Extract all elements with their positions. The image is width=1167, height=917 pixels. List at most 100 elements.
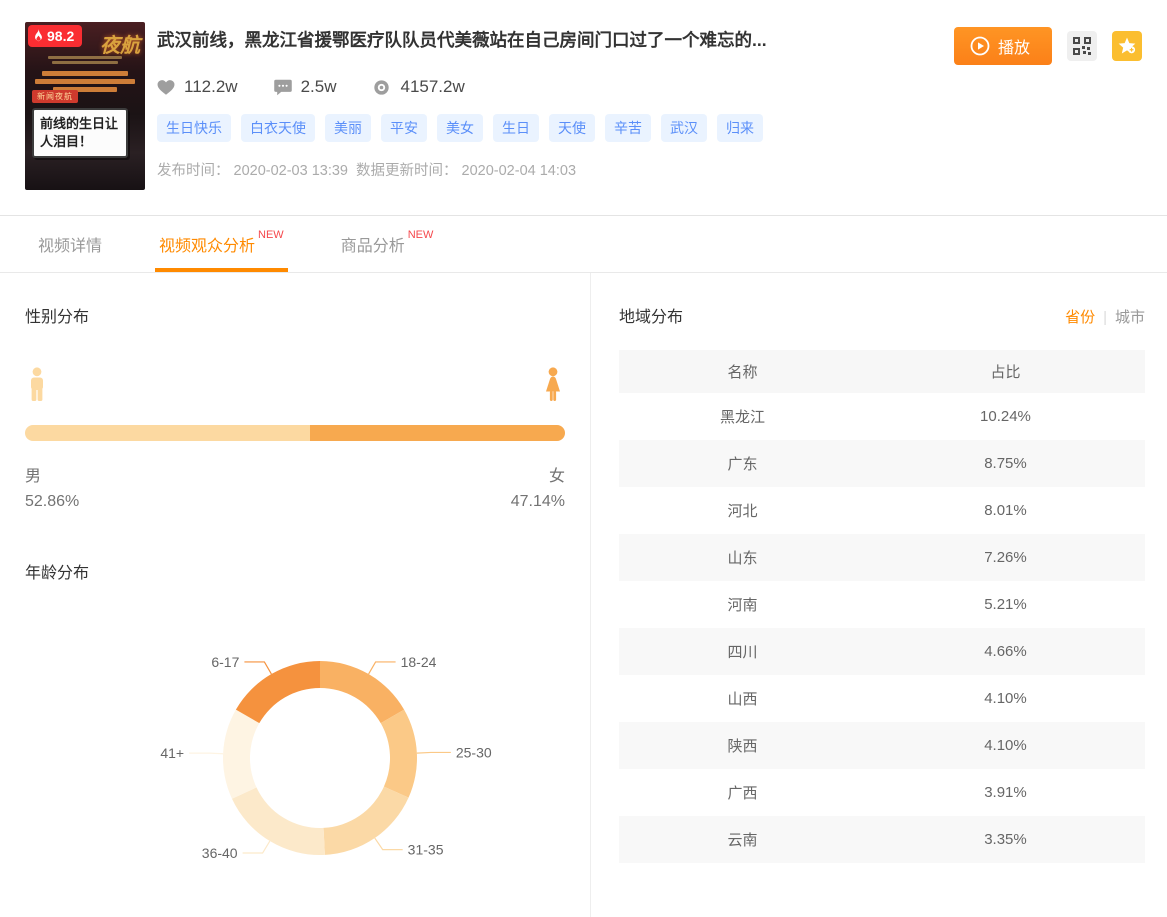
heart-icon: [157, 79, 175, 96]
gender-ratio-bar: [25, 425, 565, 441]
region-percent-cell: 10.24%: [866, 393, 1145, 440]
stat-value: 2.5w: [301, 77, 337, 97]
region-column-header: 名称: [619, 350, 866, 393]
age-label-18-24: 18-24: [401, 654, 437, 670]
age-slice-41+[interactable]: [223, 710, 259, 799]
star-plus-icon: [1117, 36, 1137, 56]
tab-视频观众分析[interactable]: 视频观众分析NEW: [159, 216, 284, 272]
video-tag[interactable]: 辛苦: [605, 114, 651, 142]
age-slice-6-17[interactable]: [236, 661, 320, 723]
tab-label: 视频详情: [38, 232, 102, 256]
video-thumbnail[interactable]: 夜航 新闻夜航 前线的生日让人泪目！ 98.2: [25, 22, 145, 190]
tab-商品分析[interactable]: 商品分析NEW: [341, 216, 434, 272]
age-label-line: [375, 838, 403, 850]
age-label-36-40: 36-40: [202, 845, 238, 861]
region-name-cell: 河南: [619, 581, 866, 628]
thumbnail-subtitle-lines: [25, 54, 145, 66]
region-row: 云南3.35%: [619, 816, 1145, 863]
gender-section-title: 性别分布: [25, 303, 565, 327]
video-tag[interactable]: 武汉: [661, 114, 707, 142]
region-percent-cell: 8.01%: [866, 487, 1145, 534]
region-percent-cell: 8.75%: [866, 440, 1145, 487]
stat-likes: 112.2w: [157, 77, 238, 97]
region-toggle-省份[interactable]: 省份: [1065, 309, 1095, 326]
age-donut-chart: 18-24 25-30 31-35 36-40 41+ 6-17: [25, 595, 565, 895]
age-slice-18-24[interactable]: [320, 661, 404, 723]
age-slice-31-35[interactable]: [324, 787, 409, 855]
age-label-line: [189, 753, 223, 754]
tab-bar: 视频详情 视频观众分析NEW 商品分析NEW: [0, 215, 1167, 273]
region-column: 地域分布 省份 | 城市 名称占比黑龙江10.24%广东8.75%河北8.01%山东…: [591, 273, 1167, 917]
region-name-cell: 河北: [619, 487, 866, 534]
video-tag[interactable]: 美丽: [325, 114, 371, 142]
region-section-title: 地域分布: [619, 303, 683, 327]
age-section-title: 年龄分布: [25, 559, 565, 583]
stat-value: 4157.2w: [400, 77, 464, 97]
video-tag[interactable]: 归来: [717, 114, 763, 142]
caption-line: [52, 61, 118, 64]
publish-time-label: 发布时间：: [157, 163, 230, 179]
toggle-separator: |: [1103, 309, 1107, 326]
video-stats: 112.2w 2.5w 4157.2w: [157, 77, 1142, 97]
thumbnail-channel-chip: 新闻夜航: [32, 90, 78, 103]
male-label: 男: [25, 465, 79, 489]
age-label-line: [244, 662, 271, 674]
region-row: 陕西4.10%: [619, 722, 1145, 769]
new-badge: NEW: [258, 229, 284, 241]
age-slice-25-30[interactable]: [381, 710, 417, 798]
video-tag[interactable]: 平安: [381, 114, 427, 142]
stat-comments: 2.5w: [274, 77, 337, 97]
favorite-button[interactable]: [1112, 31, 1142, 61]
region-name-cell: 广西: [619, 769, 866, 816]
play-icon: [970, 36, 990, 56]
video-info: 武汉前线，黑龙江省援鄂医疗队队员代美薇站在自己房间门口过了一个难忘的... 播放: [157, 22, 1142, 215]
region-row: 河北8.01%: [619, 487, 1145, 534]
comment-icon: [274, 79, 292, 96]
age-label-line: [243, 841, 270, 853]
gender-labels: 男 52.86% 女 47.14%: [25, 465, 565, 515]
region-percent-cell: 7.26%: [866, 534, 1145, 581]
region-row: 山西4.10%: [619, 675, 1145, 722]
qrcode-button[interactable]: [1067, 31, 1097, 61]
region-toggle-城市[interactable]: 城市: [1115, 309, 1145, 326]
caption-line: [35, 79, 135, 84]
video-tags: 生日快乐白衣天使美丽平安美女生日天使辛苦武汉归来: [157, 114, 1142, 142]
region-name-cell: 四川: [619, 628, 866, 675]
qrcode-icon: [1073, 37, 1091, 55]
demographics-column: 性别分布: [0, 273, 591, 917]
hot-score-badge: 98.2: [28, 25, 82, 47]
tab-视频详情[interactable]: 视频详情: [38, 216, 102, 272]
age-label-6-17: 6-17: [211, 654, 239, 670]
region-scope-toggle: 省份 | 城市: [1065, 306, 1145, 327]
female-bar-segment[interactable]: [310, 425, 565, 441]
caption-line: [48, 56, 122, 59]
video-tag[interactable]: 生日快乐: [157, 114, 231, 142]
update-time-label: 数据更新时间：: [356, 163, 458, 179]
male-bar-segment[interactable]: [25, 425, 310, 441]
video-tag[interactable]: 白衣天使: [241, 114, 315, 142]
age-label-line: [417, 752, 451, 753]
video-header: 夜航 新闻夜航 前线的生日让人泪目！ 98.2 武汉前线，黑龙江省援鄂医疗队: [0, 0, 1167, 215]
region-row: 广西3.91%: [619, 769, 1145, 816]
region-percent-cell: 4.10%: [866, 722, 1145, 769]
video-tag[interactable]: 天使: [549, 114, 595, 142]
region-name-cell: 山西: [619, 675, 866, 722]
region-name-cell: 黑龙江: [619, 393, 866, 440]
video-tag[interactable]: 美女: [437, 114, 483, 142]
stat-value: 112.2w: [184, 77, 238, 97]
eye-icon: [372, 79, 391, 96]
hot-score-value: 98.2: [47, 28, 74, 44]
video-meta: 发布时间：2020-02-03 13:39 数据更新时间：2020-02-04 …: [157, 159, 1142, 180]
age-label-31-35: 31-35: [408, 842, 444, 858]
age-slice-36-40[interactable]: [232, 787, 325, 855]
age-label-41+: 41+: [160, 745, 184, 761]
play-button[interactable]: 播放: [954, 27, 1052, 65]
region-table: 名称占比黑龙江10.24%广东8.75%河北8.01%山东7.26%河南5.21…: [619, 350, 1145, 863]
tab-label: 视频观众分析: [159, 232, 255, 256]
region-name-cell: 广东: [619, 440, 866, 487]
age-label-25-30: 25-30: [456, 744, 492, 760]
region-name-cell: 山东: [619, 534, 866, 581]
region-name-cell: 云南: [619, 816, 866, 863]
video-analytics-page: 夜航 新闻夜航 前线的生日让人泪目！ 98.2 武汉前线，黑龙江省援鄂医疗队: [0, 0, 1167, 917]
video-tag[interactable]: 生日: [493, 114, 539, 142]
